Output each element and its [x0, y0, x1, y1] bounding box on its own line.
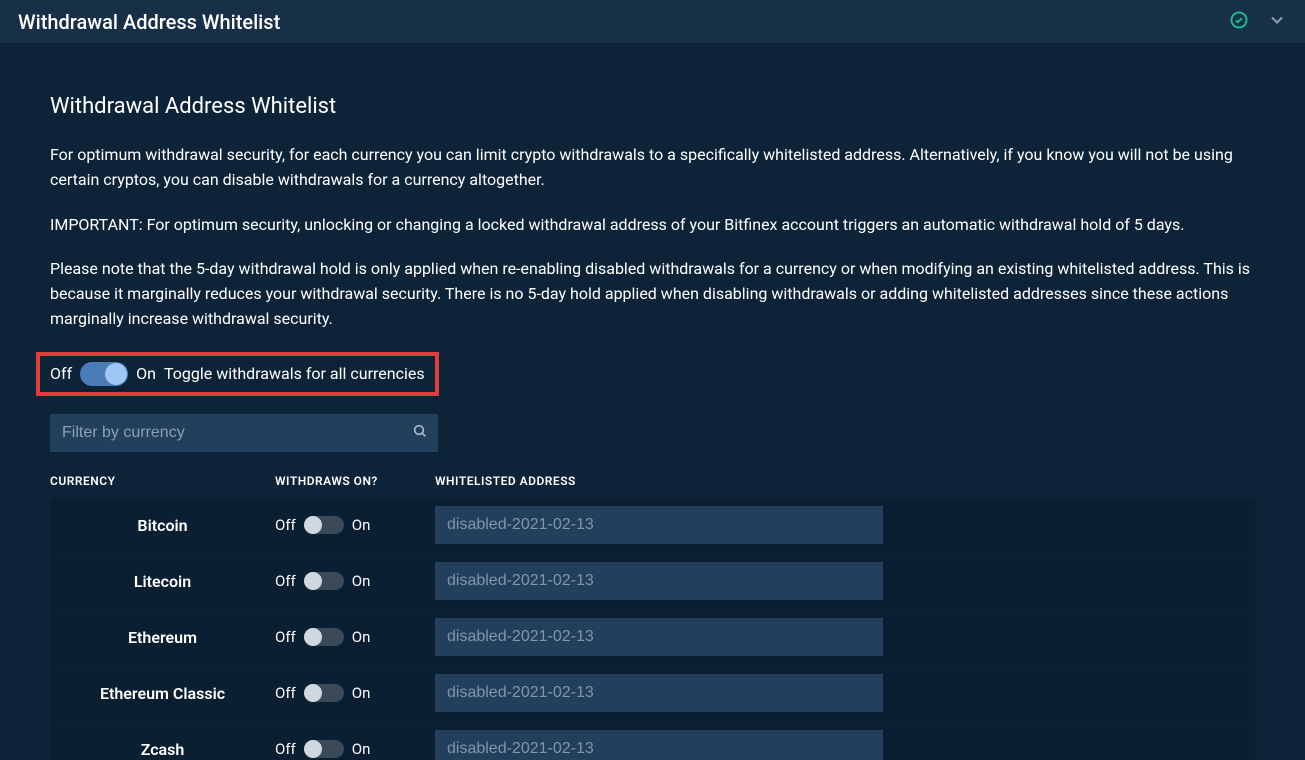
- currency-name: Zcash: [50, 740, 275, 759]
- currency-name: Bitcoin: [50, 516, 275, 535]
- col-withdraws-header: WITHDRAWS ON?: [275, 474, 435, 488]
- table-row: BitcoinOff On: [50, 498, 1255, 553]
- row-off-label: Off: [275, 628, 296, 646]
- table-row: Ethereum ClassicOff On: [50, 666, 1255, 721]
- toggle-all-highlight: Off On Toggle withdrawals for all curren…: [36, 352, 439, 396]
- search-icon[interactable]: [412, 423, 428, 443]
- toggle-all-off-label: Off: [50, 364, 72, 383]
- address-cell: [435, 618, 883, 656]
- withdraws-toggle-cell: Off On: [275, 516, 435, 534]
- row-on-label: On: [352, 684, 371, 702]
- filter-input[interactable]: [50, 414, 438, 452]
- currency-name: Litecoin: [50, 572, 275, 591]
- withdraws-toggle-cell: Off On: [275, 740, 435, 758]
- withdraws-toggle[interactable]: [304, 684, 344, 702]
- withdraws-toggle[interactable]: [304, 740, 344, 758]
- toggle-all-description: Toggle withdrawals for all currencies: [164, 364, 425, 383]
- whitelist-address-input[interactable]: [435, 674, 883, 712]
- panel-content: Withdrawal Address Whitelist For optimum…: [0, 44, 1305, 760]
- col-address-header: WHITELISTED ADDRESS: [435, 474, 1255, 488]
- withdraws-toggle-cell: Off On: [275, 628, 435, 646]
- withdraws-toggle[interactable]: [304, 572, 344, 590]
- table-header: CURRENCY WITHDRAWS ON? WHITELISTED ADDRE…: [50, 474, 1255, 498]
- description-2: IMPORTANT: For optimum security, unlocki…: [50, 213, 1255, 238]
- section-title: Withdrawal Address Whitelist: [50, 94, 1255, 119]
- address-cell: [435, 562, 883, 600]
- description-1: For optimum withdrawal security, for eac…: [50, 143, 1255, 193]
- table-row: EthereumOff On: [50, 610, 1255, 665]
- withdraws-toggle[interactable]: [304, 628, 344, 646]
- row-off-label: Off: [275, 572, 296, 590]
- row-off-label: Off: [275, 516, 296, 534]
- toggle-all-switch[interactable]: [80, 362, 128, 386]
- toggle-all-on-label: On: [136, 364, 156, 383]
- currency-name: Ethereum: [50, 628, 275, 647]
- row-off-label: Off: [275, 740, 296, 758]
- whitelist-address-input[interactable]: [435, 506, 883, 544]
- col-currency-header: CURRENCY: [50, 474, 275, 488]
- table-body[interactable]: BitcoinOffOnLitecoinOffOnEthereumOffOnEt…: [50, 498, 1255, 760]
- withdraws-toggle[interactable]: [304, 516, 344, 534]
- withdraws-toggle-cell: Off On: [275, 684, 435, 702]
- panel-actions: [1229, 10, 1287, 34]
- check-circle-icon[interactable]: [1229, 10, 1249, 34]
- whitelist-address-input[interactable]: [435, 730, 883, 760]
- address-cell: [435, 730, 883, 760]
- whitelist-address-input[interactable]: [435, 562, 883, 600]
- row-on-label: On: [352, 572, 371, 590]
- whitelist-address-input[interactable]: [435, 618, 883, 656]
- row-off-label: Off: [275, 684, 296, 702]
- currency-name: Ethereum Classic: [50, 684, 275, 703]
- filter-wrap: [50, 414, 438, 452]
- table-row: LitecoinOff On: [50, 554, 1255, 609]
- description-3: Please note that the 5-day withdrawal ho…: [50, 257, 1255, 331]
- table-row: ZcashOff On: [50, 722, 1255, 760]
- panel-header: Withdrawal Address Whitelist: [0, 0, 1305, 44]
- address-cell: [435, 674, 883, 712]
- withdraws-toggle-cell: Off On: [275, 572, 435, 590]
- address-cell: [435, 506, 883, 544]
- row-on-label: On: [352, 516, 371, 534]
- panel-title: Withdrawal Address Whitelist: [18, 10, 280, 34]
- chevron-down-icon[interactable]: [1267, 10, 1287, 34]
- row-on-label: On: [352, 628, 371, 646]
- row-on-label: On: [352, 740, 371, 758]
